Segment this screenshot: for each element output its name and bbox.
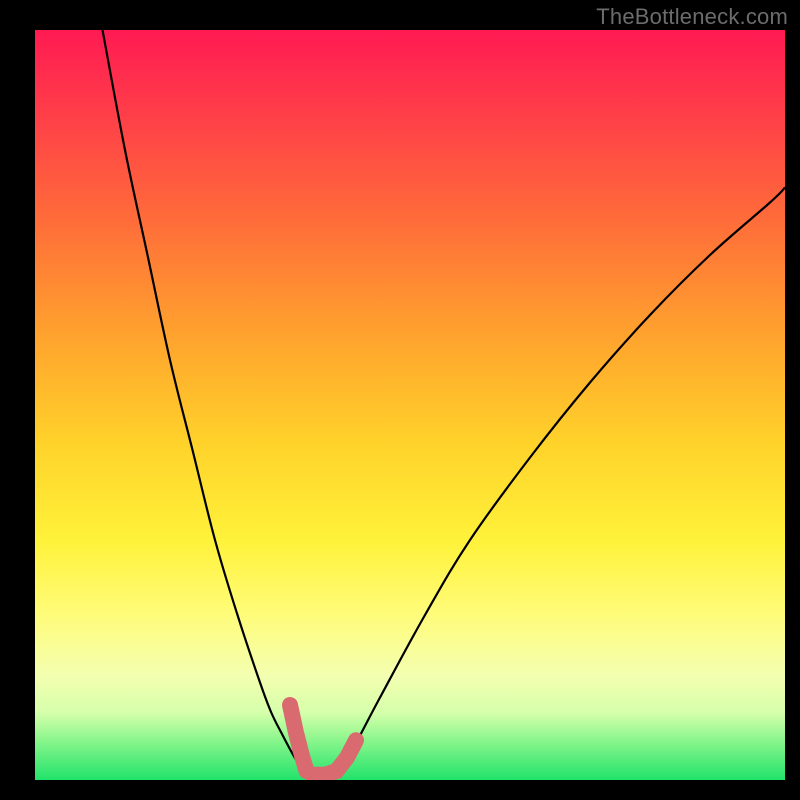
plot-area (35, 30, 785, 780)
watermark-text: TheBottleneck.com (596, 4, 788, 30)
curve-right-branch (335, 188, 785, 775)
curve-left-branch (103, 30, 306, 774)
highlight-left (290, 705, 307, 771)
curve-layer (35, 30, 785, 780)
highlight-right (313, 740, 357, 775)
chart-frame: TheBottleneck.com (0, 0, 800, 800)
